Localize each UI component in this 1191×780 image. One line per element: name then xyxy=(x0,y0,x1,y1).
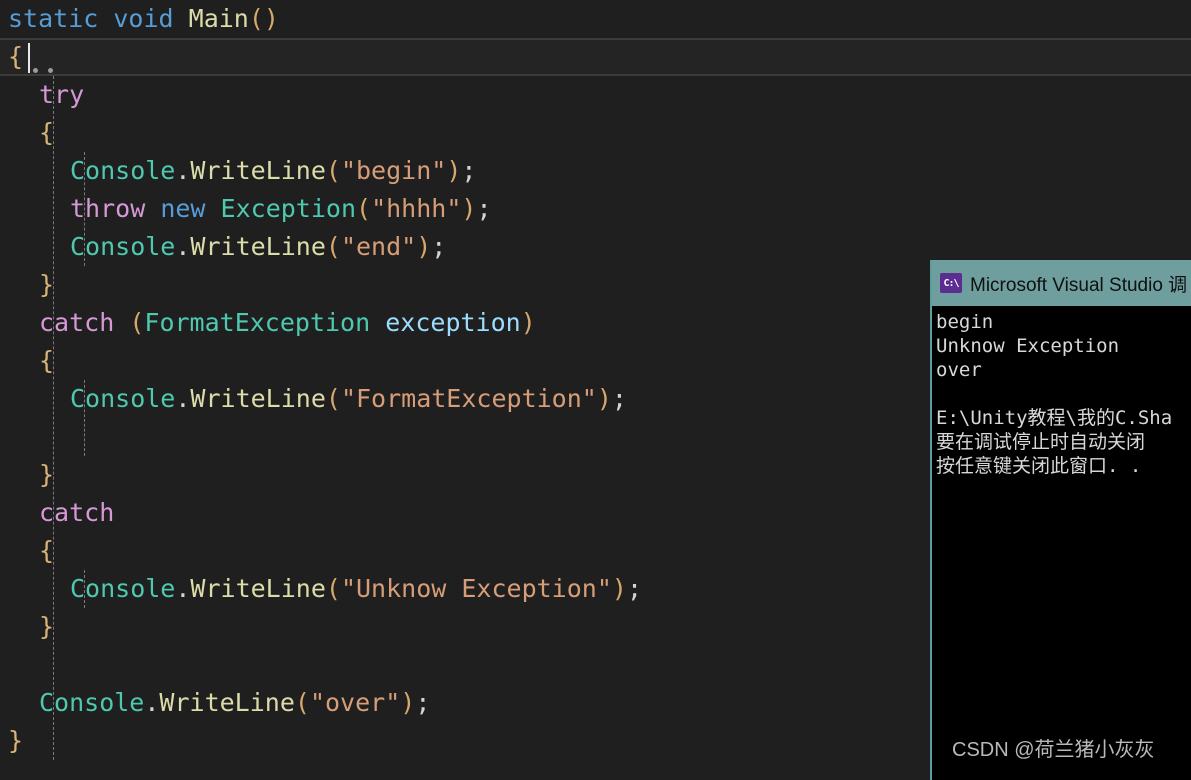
code-token: catch xyxy=(39,498,115,527)
code-token: ( xyxy=(325,232,341,261)
code-token: ( xyxy=(325,574,341,603)
code-token: ) xyxy=(446,156,462,185)
code-line[interactable]: Console.WriteLine("begin"); xyxy=(0,152,1191,190)
code-token: ; xyxy=(611,384,627,413)
code-token: ) xyxy=(520,308,536,337)
code-token: WriteLine xyxy=(159,688,295,717)
code-token: WriteLine xyxy=(190,384,326,413)
code-token: new xyxy=(160,194,206,223)
console-icon-glyph: C:\ xyxy=(943,277,959,289)
code-token: ( xyxy=(325,384,341,413)
code-token: catch xyxy=(39,308,115,337)
code-line[interactable]: throw new Exception("hhhh"); xyxy=(0,190,1191,228)
code-token: ; xyxy=(431,232,447,261)
console-output-area[interactable]: begin Unknow Exception over E:\Unity教程\我的C.… xyxy=(932,306,1191,780)
console-output-line: over xyxy=(936,359,982,381)
code-token: ; xyxy=(461,156,477,185)
code-token: Console xyxy=(70,156,176,185)
console-cmd-icon: C:\ xyxy=(940,273,962,293)
code-token: { xyxy=(39,346,55,375)
console-output-line: begin xyxy=(936,311,994,333)
console-output-line: 要在调试停止时自动关闭 xyxy=(936,431,1146,453)
code-token: "begin" xyxy=(340,156,447,185)
code-token: Console xyxy=(39,688,145,717)
screenshot-root: static void Main(){try{Console.WriteLine… xyxy=(0,0,1191,780)
code-token: exception xyxy=(385,308,521,337)
code-line[interactable]: { xyxy=(0,114,1191,152)
code-token: } xyxy=(8,726,24,755)
code-token: ) xyxy=(611,574,627,603)
code-token: Console xyxy=(70,574,176,603)
code-token: WriteLine xyxy=(190,232,326,261)
code-line[interactable]: static void Main() xyxy=(0,0,1191,38)
code-token: { xyxy=(39,536,55,565)
console-titlebar[interactable]: C:\ Microsoft Visual Studio 调 xyxy=(932,260,1191,306)
code-token: () xyxy=(248,4,279,33)
code-token: . xyxy=(175,574,191,603)
code-token: . xyxy=(175,232,191,261)
text-caret xyxy=(28,43,30,73)
code-token: ; xyxy=(626,574,643,603)
code-token: ; xyxy=(415,688,431,717)
code-token: ( xyxy=(294,688,310,717)
code-token: "over" xyxy=(309,688,401,717)
code-token: "hhhh" xyxy=(371,194,462,223)
code-token: { xyxy=(39,118,55,147)
code-token: FormatException xyxy=(144,308,371,337)
code-token: ( xyxy=(129,308,145,337)
code-token: WriteLine xyxy=(190,156,326,185)
watermark-label: CSDN @荷兰猪小灰灰 xyxy=(952,739,1155,761)
code-token: void xyxy=(113,4,174,33)
code-token: . xyxy=(175,156,191,185)
code-token: . xyxy=(144,688,160,717)
code-token: ) xyxy=(461,194,477,223)
code-token: try xyxy=(39,80,85,109)
code-token: "FormatException" xyxy=(340,384,597,413)
code-token: ; xyxy=(476,194,492,223)
indent-guide xyxy=(84,380,85,456)
console-output-line: E:\Unity教程\我的C.Sha xyxy=(936,407,1173,429)
code-token: static xyxy=(8,4,99,33)
indent-guide xyxy=(84,570,85,608)
code-token: ( xyxy=(325,156,341,185)
console-output-line: Unknow Exception xyxy=(936,335,1120,357)
code-token: ) xyxy=(596,384,612,413)
console-window[interactable]: C:\ Microsoft Visual Studio 调 begin Unkno… xyxy=(930,260,1191,780)
code-token: throw xyxy=(70,194,146,223)
code-token: Console xyxy=(70,384,176,413)
code-token: Console xyxy=(70,232,176,261)
code-token: { xyxy=(8,42,24,71)
code-token: } xyxy=(39,460,55,489)
code-token: "Unknow Exception" xyxy=(340,574,612,603)
whitespace-dot-marker xyxy=(33,68,38,73)
whitespace-dot-marker xyxy=(48,68,53,73)
code-token: WriteLine xyxy=(190,574,326,603)
code-token: Exception xyxy=(220,194,357,223)
indent-guide xyxy=(84,152,85,266)
code-token: Main xyxy=(188,4,249,33)
console-title-text: Microsoft Visual Studio 调 xyxy=(970,274,1188,296)
code-line[interactable]: { xyxy=(0,38,1191,76)
code-token: ) xyxy=(416,232,432,261)
code-token: "end" xyxy=(340,232,417,261)
code-line[interactable]: try xyxy=(0,76,1191,114)
code-token: ) xyxy=(400,688,416,717)
console-output-line: 按任意键关闭此窗口. . xyxy=(936,455,1142,477)
code-token: } xyxy=(39,612,55,641)
code-token: ( xyxy=(356,194,372,223)
code-token: } xyxy=(39,270,55,299)
indent-guide xyxy=(53,76,54,760)
code-token: . xyxy=(175,384,191,413)
